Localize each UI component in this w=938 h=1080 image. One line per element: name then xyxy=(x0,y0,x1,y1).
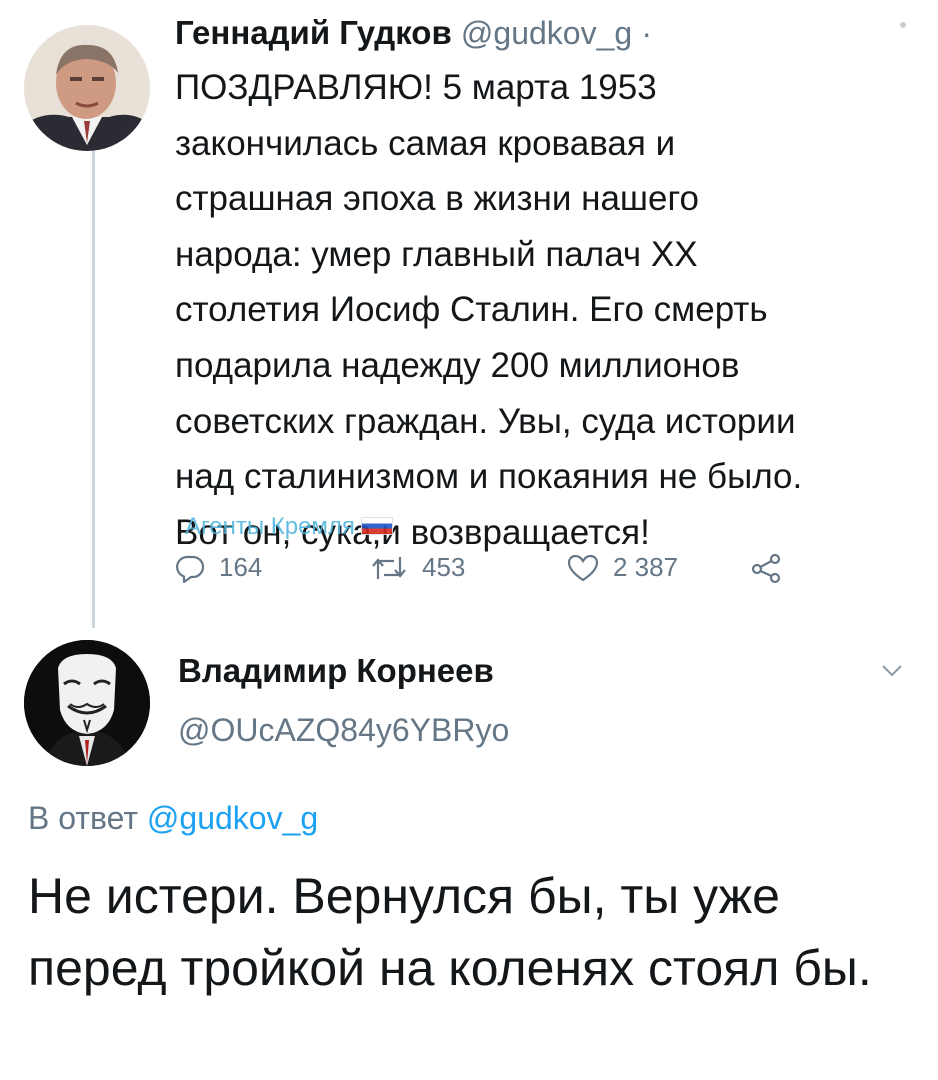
reply-button[interactable]: 164 xyxy=(175,552,262,583)
watermark: Агенты Кремля xyxy=(185,513,393,541)
thread-connector xyxy=(92,150,95,628)
tweet-actions: 164 453 2 387 xyxy=(175,552,795,592)
like-count: 2 387 xyxy=(613,552,679,582)
reply-count: 164 xyxy=(219,552,263,582)
reply-author-name[interactable]: Владимир Корнеев xyxy=(178,652,494,690)
more-options-icon[interactable] xyxy=(900,22,906,28)
reply-icon xyxy=(176,555,205,583)
watermark-text: Агенты Кремля xyxy=(185,513,355,540)
avatar-photo-icon xyxy=(24,25,150,151)
retweet-count: 453 xyxy=(422,552,466,582)
reply-to-link[interactable]: @gudkov_g xyxy=(147,800,318,836)
reply-author-handle[interactable]: @OUcAZQ84y6YBRyo xyxy=(178,712,509,749)
reply-text: Не истери. Вернулся бы, ты уже перед тро… xyxy=(28,868,872,996)
author-header: Геннадий Гудков @gudkov_g · xyxy=(175,14,652,52)
like-button[interactable]: 2 387 xyxy=(567,552,678,583)
author-name[interactable]: Геннадий Гудков xyxy=(175,14,452,51)
russian-flag-icon xyxy=(360,517,393,535)
chevron-down-icon[interactable] xyxy=(881,664,903,683)
handle-separator: · xyxy=(641,15,653,51)
reply-author-avatar[interactable] xyxy=(24,640,150,766)
author-avatar[interactable] xyxy=(24,25,150,151)
share-icon xyxy=(751,553,781,584)
tweet-text: ПОЗДРАВЛЯЮ! 5 марта 1953 закончилась сам… xyxy=(175,68,803,552)
author-handle[interactable]: @gudkov_g xyxy=(461,15,632,51)
reply-prefix: В ответ xyxy=(28,800,139,836)
retweet-icon xyxy=(372,556,406,579)
reply-context: В ответ @gudkov_g xyxy=(28,800,318,837)
share-button[interactable] xyxy=(750,552,782,584)
like-icon xyxy=(567,554,599,581)
guy-fawkes-mask-icon xyxy=(24,640,150,766)
retweet-button[interactable]: 453 xyxy=(370,552,465,583)
